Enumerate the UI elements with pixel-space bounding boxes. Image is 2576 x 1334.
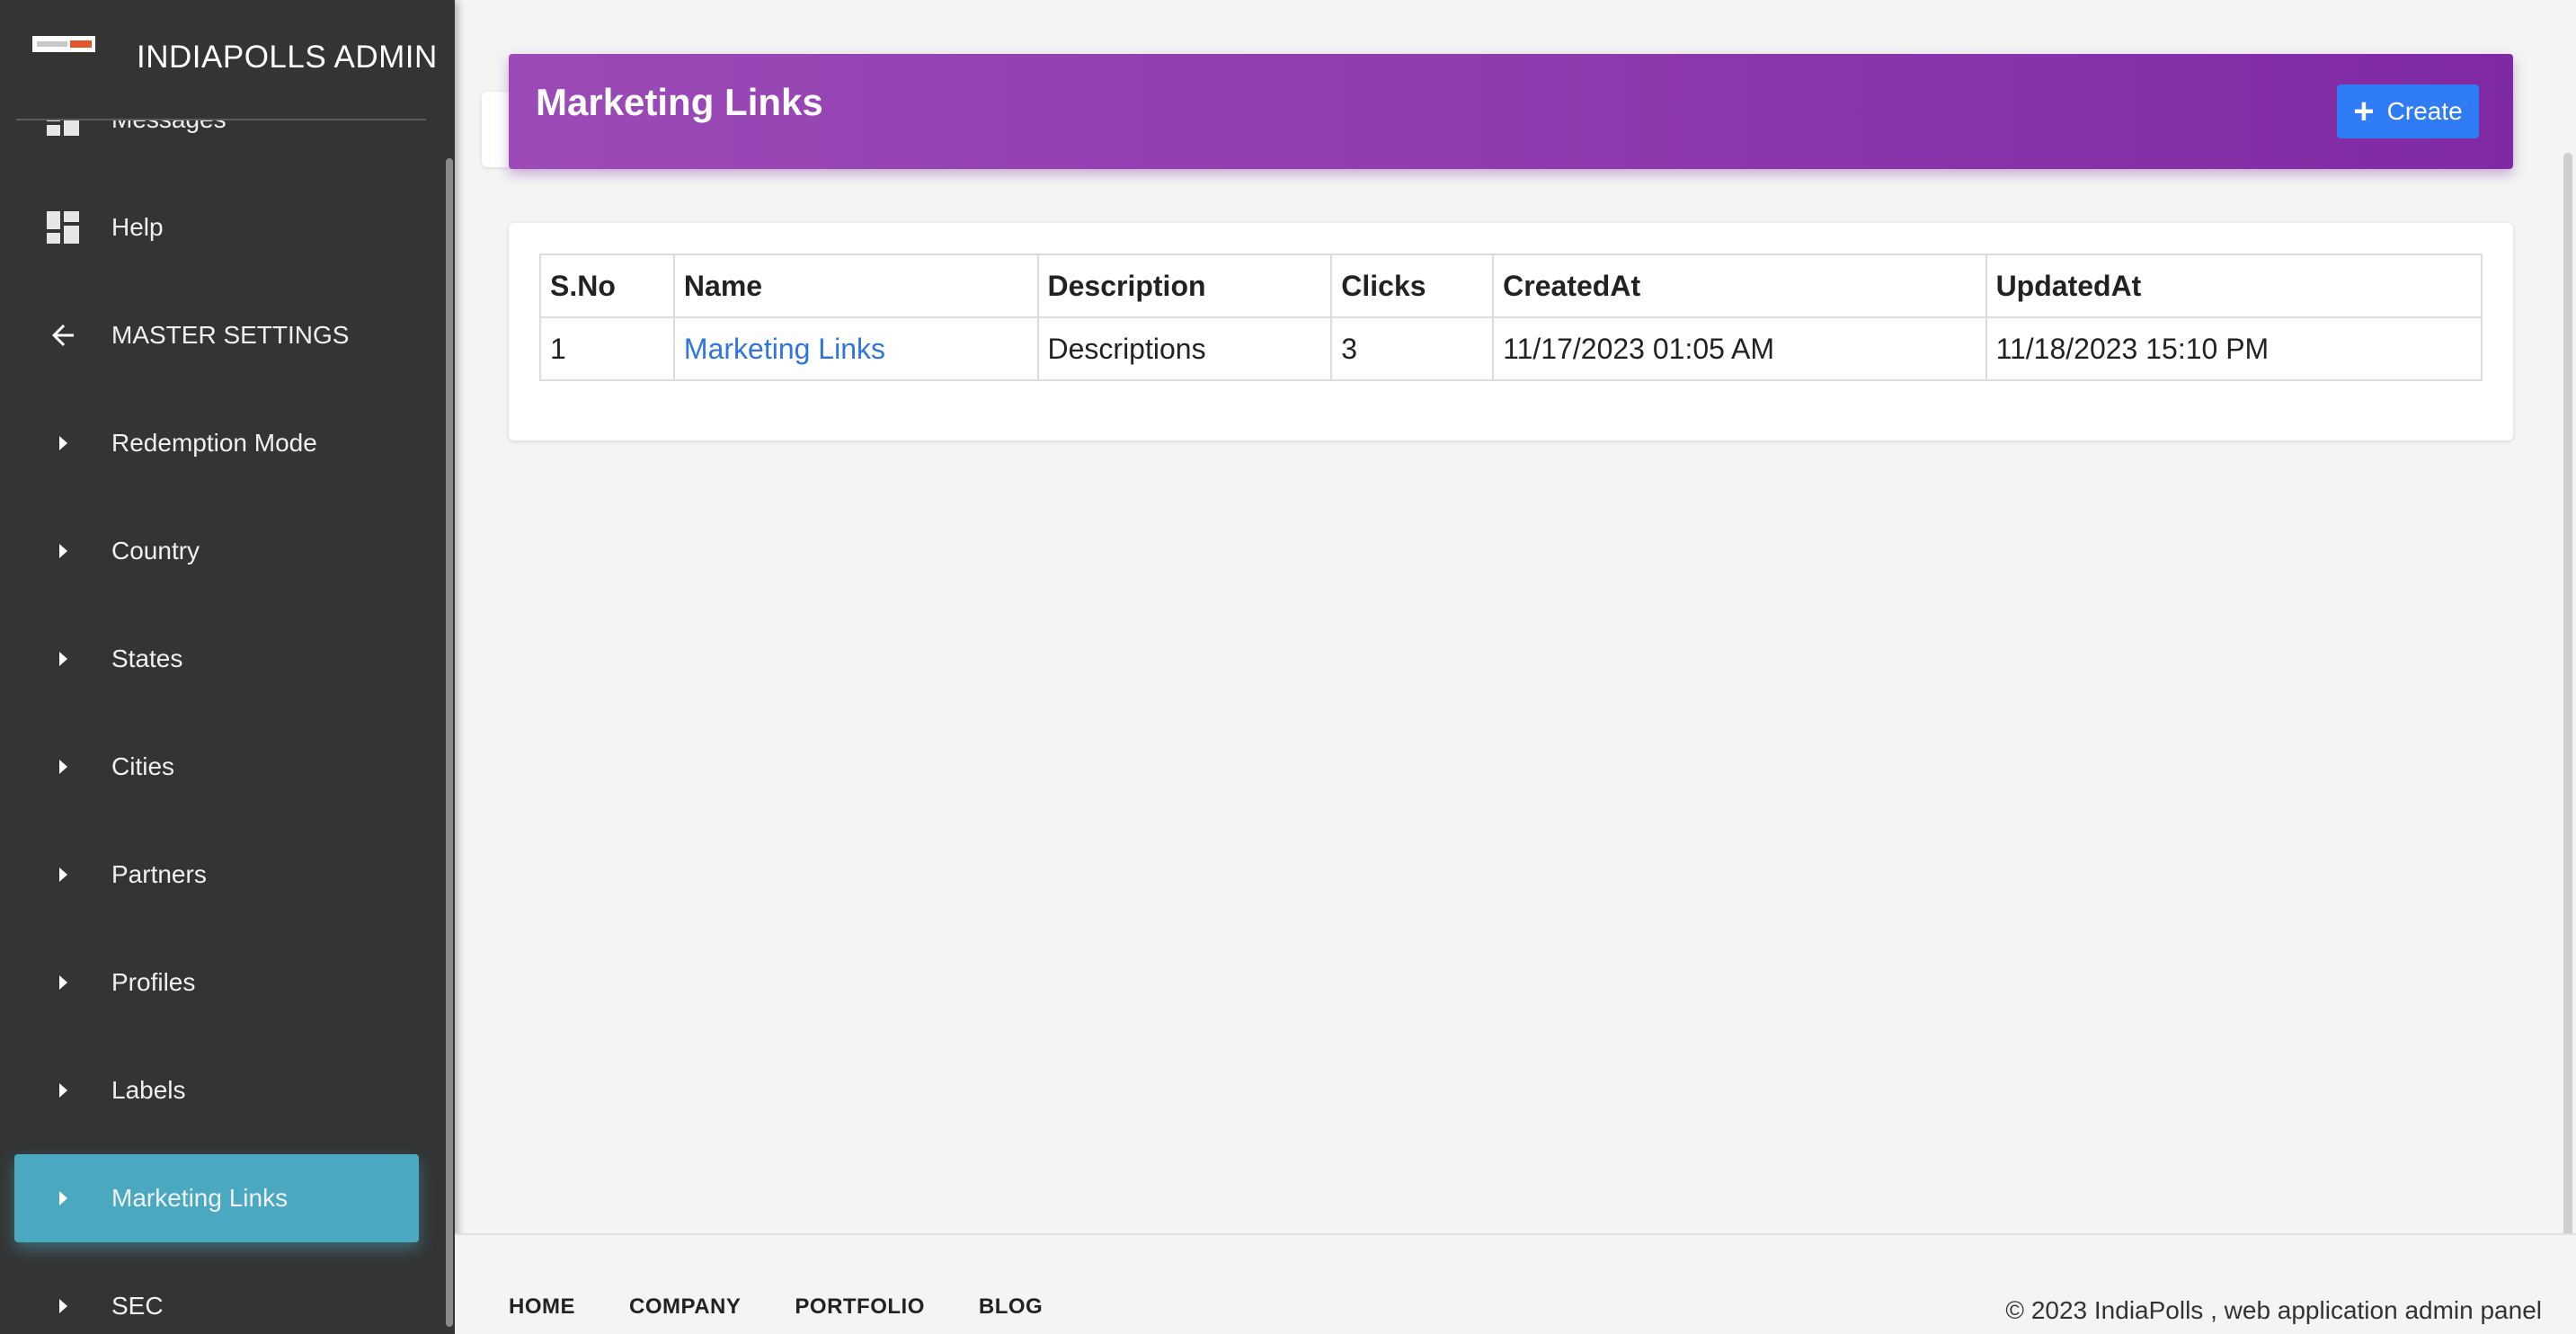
column-header-createdat[interactable]: CreatedAt [1492, 253, 1987, 318]
sidebar-item-states[interactable]: States [14, 615, 419, 703]
footer-link-portfolio[interactable]: PORTFOLIO [795, 1294, 925, 1320]
footer-link-home[interactable]: HOME [509, 1294, 575, 1320]
sidebar-item-master-settings[interactable]: MASTER SETTINGS [14, 291, 419, 379]
marketing-link-name-link[interactable]: Marketing Links [684, 333, 885, 365]
footer-links: HOME COMPANY PORTFOLIO BLOG [509, 1294, 1097, 1320]
create-button[interactable]: + Create [2337, 84, 2479, 138]
cell-updatedat: 11/18/2023 15:10 PM [1985, 316, 2483, 381]
sidebar-item-label: Cities [111, 752, 175, 780]
footer-link-blog[interactable]: BLOG [979, 1294, 1043, 1320]
brand-divider [16, 119, 426, 120]
caret-right-icon [14, 938, 111, 1027]
main-scrollbar[interactable] [2563, 153, 2572, 1321]
cell-createdat: 11/17/2023 01:05 AM [1492, 316, 1987, 381]
cell-sno: 1 [539, 316, 675, 381]
caret-right-icon [14, 1154, 111, 1242]
dashboard-icon [14, 183, 111, 271]
arrow-left-icon [14, 291, 111, 379]
caret-right-icon [14, 1046, 111, 1134]
sidebar-item-redemption-mode[interactable]: Redemption Mode [14, 399, 419, 487]
sidebar-item-help[interactable]: Help [14, 183, 419, 271]
column-header-description[interactable]: Description [1036, 253, 1333, 318]
indiapolls-logo[interactable] [32, 36, 95, 52]
footer: HOME COMPANY PORTFOLIO BLOG © 2023 India… [455, 1233, 2576, 1334]
plus-icon: + [2353, 92, 2375, 131]
page-title: Marketing Links [536, 81, 823, 123]
caret-right-icon [14, 615, 111, 703]
table-header-row: S.No Name Description Clicks CreatedAt U… [539, 253, 2483, 318]
cell-clicks: 3 [1330, 316, 1495, 381]
sidebar-item-labels[interactable]: Labels [14, 1046, 419, 1134]
sidebar-item-profiles[interactable]: Profiles [14, 938, 419, 1027]
sidebar-item-label: SEC [111, 1292, 164, 1320]
sidebar-item-cities[interactable]: Cities [14, 723, 419, 811]
column-header-sno[interactable]: S.No [539, 253, 675, 318]
sidebar-item-label: Marketing Links [111, 1184, 289, 1212]
sidebar-item-partners[interactable]: Partners [14, 831, 419, 919]
table-row: 1 Marketing Links Descriptions 3 11/17/2… [539, 316, 2483, 381]
caret-right-icon [14, 507, 111, 595]
brand-title[interactable]: INDIAPOLLS ADMIN [137, 40, 438, 76]
page-header-banner: Marketing Links + Create [509, 54, 2513, 169]
sidebar-item-label: Help [111, 213, 164, 241]
create-button-label: Create [2386, 97, 2463, 125]
sidebar-item-marketing-links[interactable]: Marketing Links [14, 1154, 419, 1242]
sidebar-item-country[interactable]: Country [14, 507, 419, 595]
caret-right-icon [14, 399, 111, 487]
sidebar-item-label: Profiles [111, 968, 196, 996]
sidebar-item-label: Partners [111, 860, 207, 888]
cell-name: Marketing Links [672, 316, 1039, 381]
sidebar-brand: INDIAPOLLS ADMIN [0, 0, 455, 120]
footer-link-company[interactable]: COMPANY [629, 1294, 741, 1320]
column-header-name[interactable]: Name [672, 253, 1039, 318]
cell-description: Descriptions [1036, 316, 1333, 381]
sidebar-item-label: States [111, 645, 183, 672]
table-card: S.No Name Description Clicks CreatedAt U… [509, 223, 2513, 440]
sidebar-scrollbar[interactable] [446, 158, 453, 1327]
sidebar-item-label: MASTER SETTINGS [111, 321, 350, 349]
marketing-links-table: S.No Name Description Clicks CreatedAt U… [539, 253, 2483, 381]
sidebar-item-label: Country [111, 537, 200, 565]
caret-right-icon [14, 831, 111, 919]
sidebar: Messages Help MASTER SETTINGS Redemption… [0, 0, 455, 1334]
sidebar-item-sec[interactable]: SEC [14, 1262, 419, 1334]
sidebar-item-label: Redemption Mode [111, 429, 317, 457]
caret-right-icon [14, 1262, 111, 1334]
column-header-clicks[interactable]: Clicks [1330, 253, 1495, 318]
column-header-updatedat[interactable]: UpdatedAt [1985, 253, 2483, 318]
copyright-text: © 2023 IndiaPolls , web application admi… [2005, 1296, 2542, 1324]
sidebar-item-label: Labels [111, 1076, 186, 1104]
caret-right-icon [14, 723, 111, 811]
